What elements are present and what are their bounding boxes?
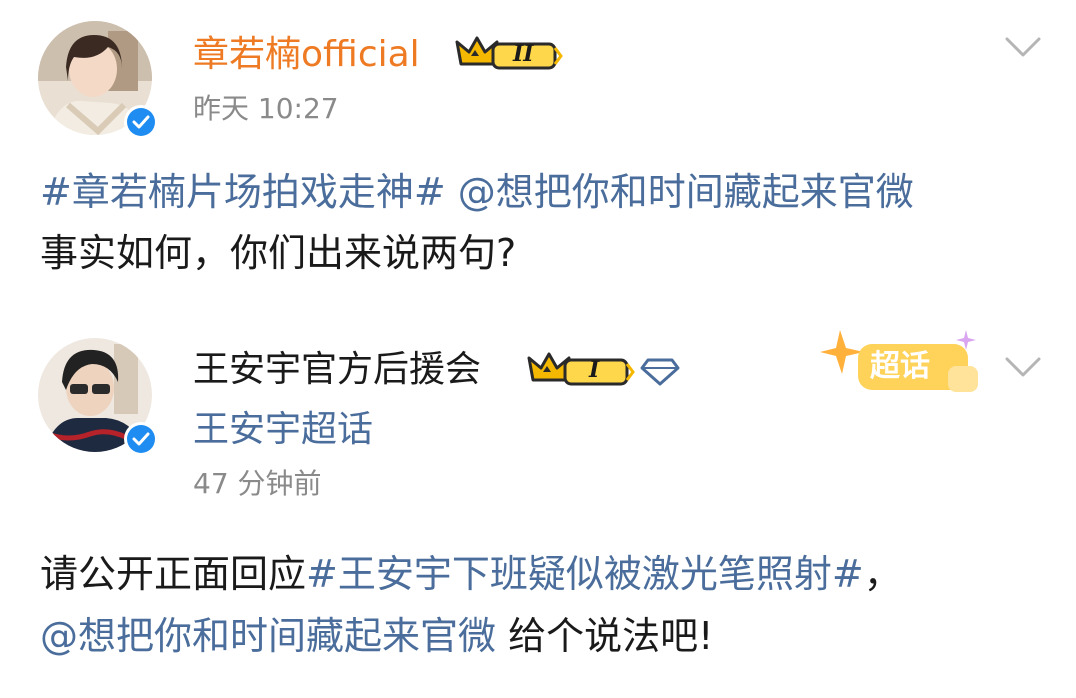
avatar[interactable]: [38, 338, 158, 456]
verified-badge-icon: [124, 422, 158, 456]
post-timestamp: 47 分钟前: [193, 467, 322, 500]
post-author-name[interactable]: 王安宇官方后援会: [193, 352, 481, 388]
mention-link[interactable]: @想把你和时间藏起来官微: [458, 170, 914, 214]
post-text: ，: [863, 552, 902, 596]
hashtag-link[interactable]: #王安宇下班疑似被激光笔照射#: [306, 552, 864, 596]
post-body-line: #章若楠片场拍戏走神# @想把你和时间藏起来官微: [40, 168, 914, 217]
post-body-line: 事实如何，你们出来说两句?: [40, 231, 517, 275]
supertopic-link[interactable]: 王安宇超话: [193, 412, 373, 448]
crown-icon: [455, 36, 563, 70]
mention-link[interactable]: @想把你和时间藏起来官微: [40, 614, 496, 658]
supertopic-badge-label: 超话: [870, 349, 930, 384]
hashtag-link[interactable]: #章若楠片场拍戏走神#: [40, 170, 446, 214]
post-timestamp: 昨天 10:27: [193, 92, 339, 125]
post-body-line: 请公开正面回应#王安宇下班疑似被激光笔照射#，: [40, 550, 902, 599]
avatar[interactable]: [38, 21, 158, 139]
member-level-text: I: [589, 357, 600, 383]
post-body-line: @想把你和时间藏起来官微 给个说法吧!: [40, 612, 713, 661]
member-level-badge[interactable]: I: [527, 350, 635, 390]
chevron-down-icon[interactable]: [1005, 356, 1041, 378]
chevron-down-icon[interactable]: [1005, 36, 1041, 58]
supertopic-badge[interactable]: 超话: [818, 322, 988, 408]
post-text: 给个说法吧!: [496, 614, 714, 658]
post-author-name[interactable]: 章若楠official: [193, 37, 420, 73]
member-level-text: II: [513, 41, 534, 67]
verified-badge-icon: [124, 105, 158, 139]
member-level-badge[interactable]: II: [455, 34, 563, 74]
diamond-icon[interactable]: [640, 356, 680, 386]
crown-icon: [527, 352, 635, 386]
post-text: 请公开正面回应: [40, 552, 307, 596]
